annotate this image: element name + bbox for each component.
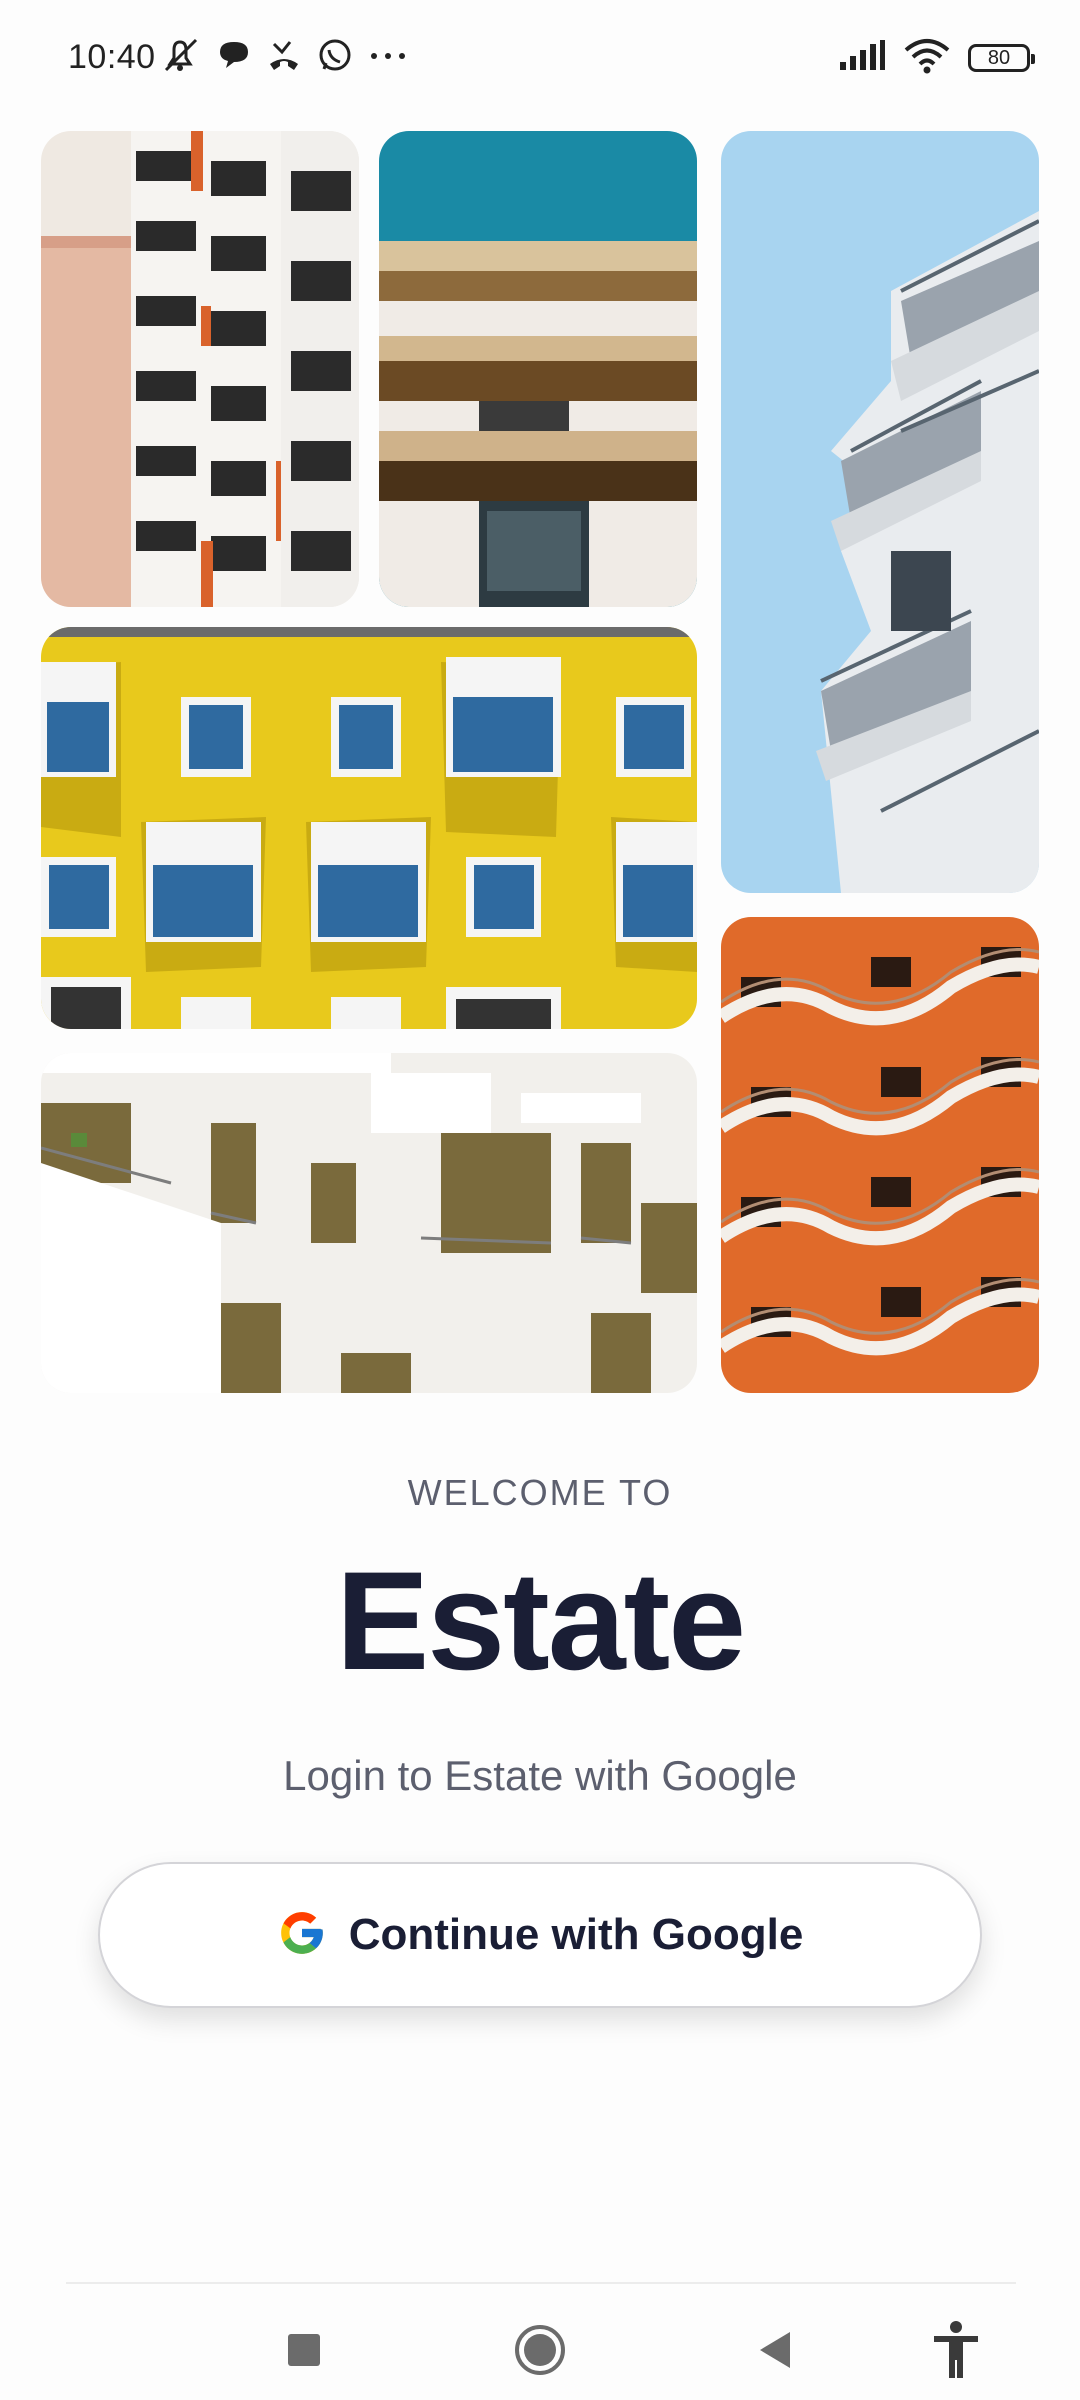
accessibility-icon: [932, 2320, 980, 2385]
home-button[interactable]: [500, 2312, 580, 2392]
welcome-kicker: WELCOME TO: [407, 1472, 673, 1513]
nav-divider: [66, 2282, 1016, 2284]
missed-call-icon: [264, 38, 304, 79]
chat-bubble-icon: [216, 38, 252, 79]
building-photo-4: [41, 627, 697, 1029]
whatsapp-icon: [316, 37, 354, 80]
battery-level: 80: [987, 46, 1011, 69]
login-subtitle: Login to Estate with Google: [283, 1752, 797, 1799]
recents-square-icon: [286, 2332, 322, 2373]
status-time: 10:40: [68, 38, 156, 76]
building-photo-6: [41, 1053, 697, 1393]
wifi-icon: [904, 38, 950, 79]
more-dots-icon: [366, 46, 410, 71]
notification-icons: [160, 38, 410, 78]
building-photo-2: [379, 131, 697, 607]
status-bar: 10:40 80: [0, 0, 1080, 120]
system-icons: 80: [838, 38, 1035, 79]
mute-icon: [160, 36, 204, 81]
continue-with-google-button[interactable]: Continue with Google: [98, 1862, 982, 2008]
accessibility-button[interactable]: [916, 2312, 996, 2392]
back-triangle-icon: [756, 2330, 796, 2375]
back-button[interactable]: [736, 2312, 816, 2392]
building-photo-3: [721, 131, 1039, 893]
recents-button[interactable]: [264, 2312, 344, 2392]
google-button-label: Continue with Google: [348, 1910, 804, 1959]
battery-icon: 80: [968, 44, 1035, 72]
signal-icon: [838, 39, 886, 77]
app-title: Estate: [335, 1542, 746, 1699]
home-circle-icon: [514, 2324, 566, 2381]
building-photo-5: [721, 917, 1039, 1393]
google-logo-icon: [277, 1908, 327, 1963]
building-photo-1: [41, 131, 359, 607]
